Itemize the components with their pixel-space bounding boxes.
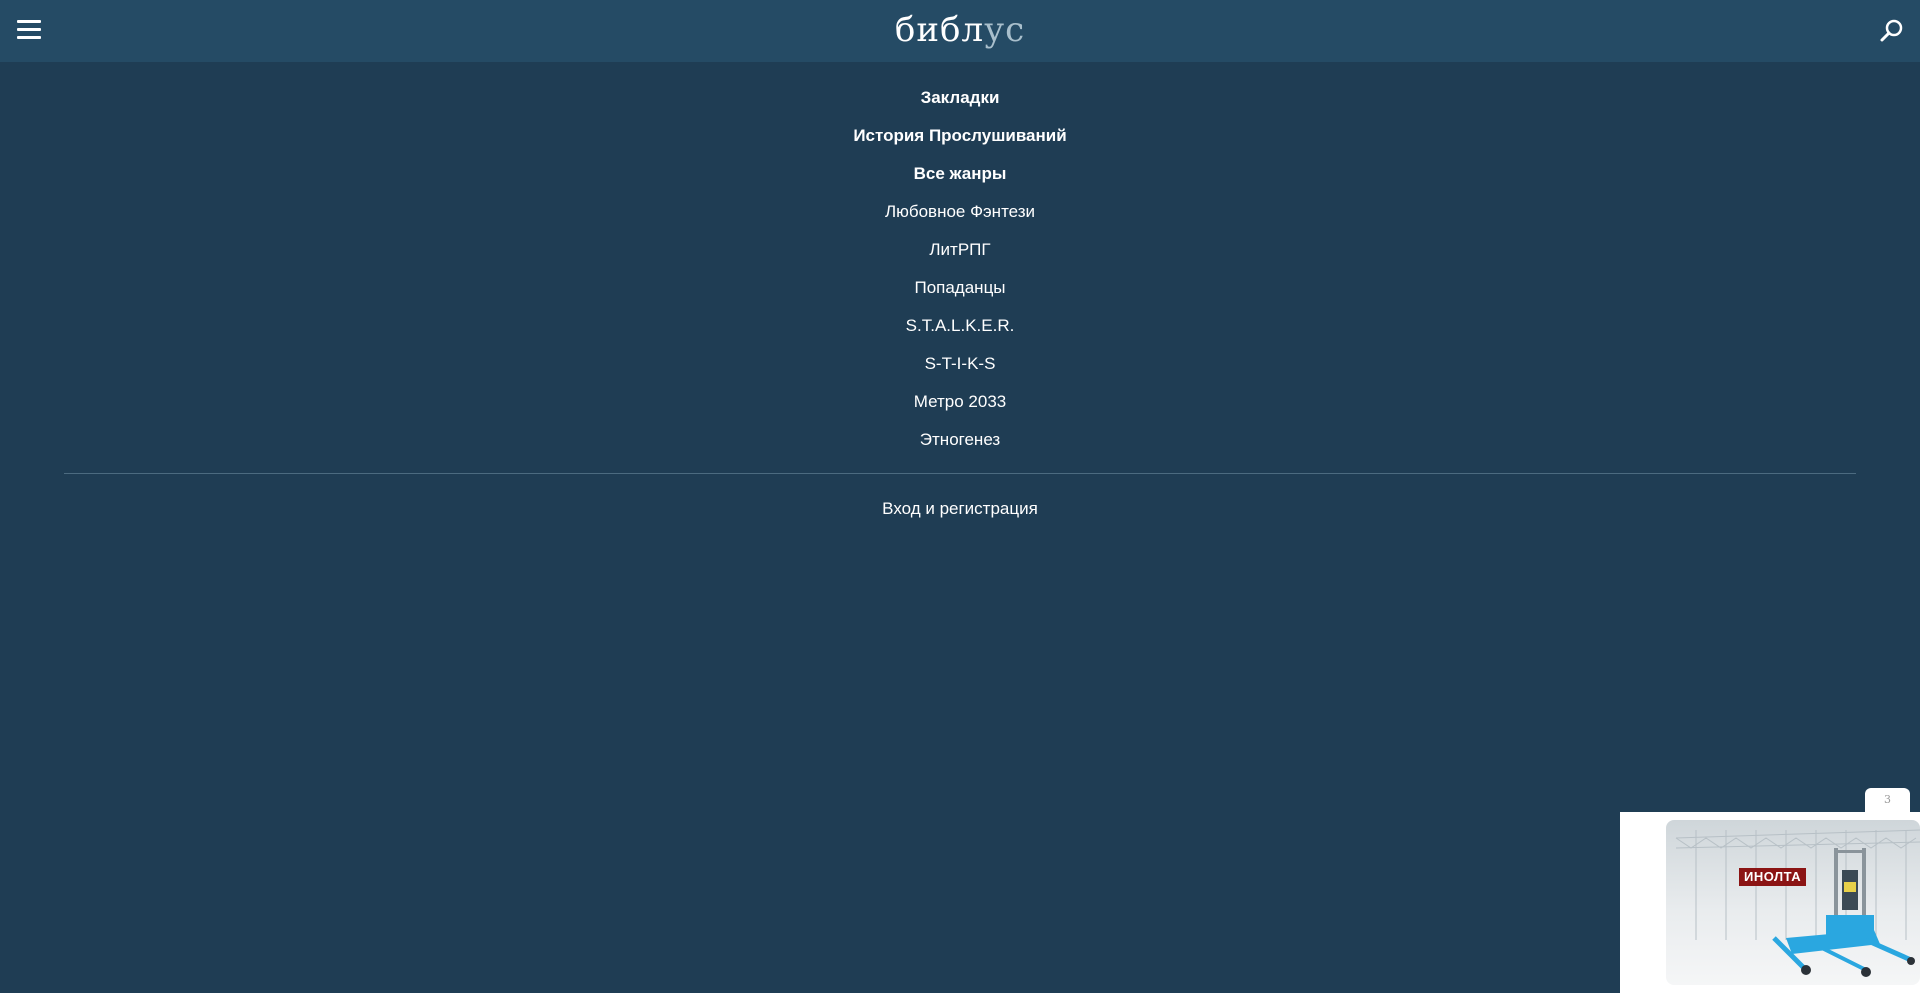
menu-item: Метро 2033 [0, 384, 1920, 422]
menu-item-link[interactable]: Этногенез [920, 430, 1000, 449]
menu-item-link[interactable]: S-T-I-K-S [925, 354, 996, 373]
menu-item: S-T-I-K-S [0, 346, 1920, 384]
navigation-menu: Закладки История Прослушиваний Все жанры Лю… [0, 80, 1920, 460]
menu-item: ЛитРПГ [0, 232, 1920, 270]
menu-item: Все жанры [0, 156, 1920, 194]
menu-item: История Прослушиваний [0, 118, 1920, 156]
menu-item-link[interactable]: ЛитРПГ [929, 240, 990, 259]
menu-item: Этногенез [0, 422, 1920, 460]
menu-item-link[interactable]: Все жанры [914, 164, 1007, 183]
hamburger-menu-icon[interactable] [14, 16, 42, 44]
menu-item-link[interactable]: S.T.A.L.K.E.R. [906, 316, 1015, 335]
logo-text-accent: ус [984, 10, 1026, 50]
menu-item: S.T.A.L.K.E.R. [0, 308, 1920, 346]
logo-text-main: библ [894, 10, 985, 50]
menu-item-link[interactable]: Любовное Фэнтези [885, 202, 1035, 221]
menu-item-link[interactable]: Метро 2033 [914, 392, 1006, 411]
top-bar: библус [0, 0, 1920, 62]
menu-item-link[interactable]: Попаданцы [914, 278, 1005, 297]
ad-banner[interactable] [1620, 812, 1920, 993]
menu-item-link[interactable]: История Прослушиваний [853, 126, 1066, 145]
login-section: Вход и регистрация [0, 491, 1920, 527]
ad-counter-badge[interactable]: 3 [1865, 788, 1910, 812]
ad-image [1666, 820, 1920, 985]
menu-item-link[interactable]: Закладки [921, 88, 1000, 107]
menu-divider [64, 473, 1856, 474]
menu-item: Закладки [0, 80, 1920, 118]
logo-link[interactable]: библус [895, 10, 1025, 50]
search-icon[interactable] [1878, 17, 1906, 45]
menu-item: Попаданцы [0, 270, 1920, 308]
menu-item: Любовное Фэнтези [0, 194, 1920, 232]
ad-brand-logo: ИНОЛТА [1739, 868, 1807, 886]
login-register-link[interactable]: Вход и регистрация [882, 499, 1038, 518]
site-logo: библус [0, 6, 1920, 54]
